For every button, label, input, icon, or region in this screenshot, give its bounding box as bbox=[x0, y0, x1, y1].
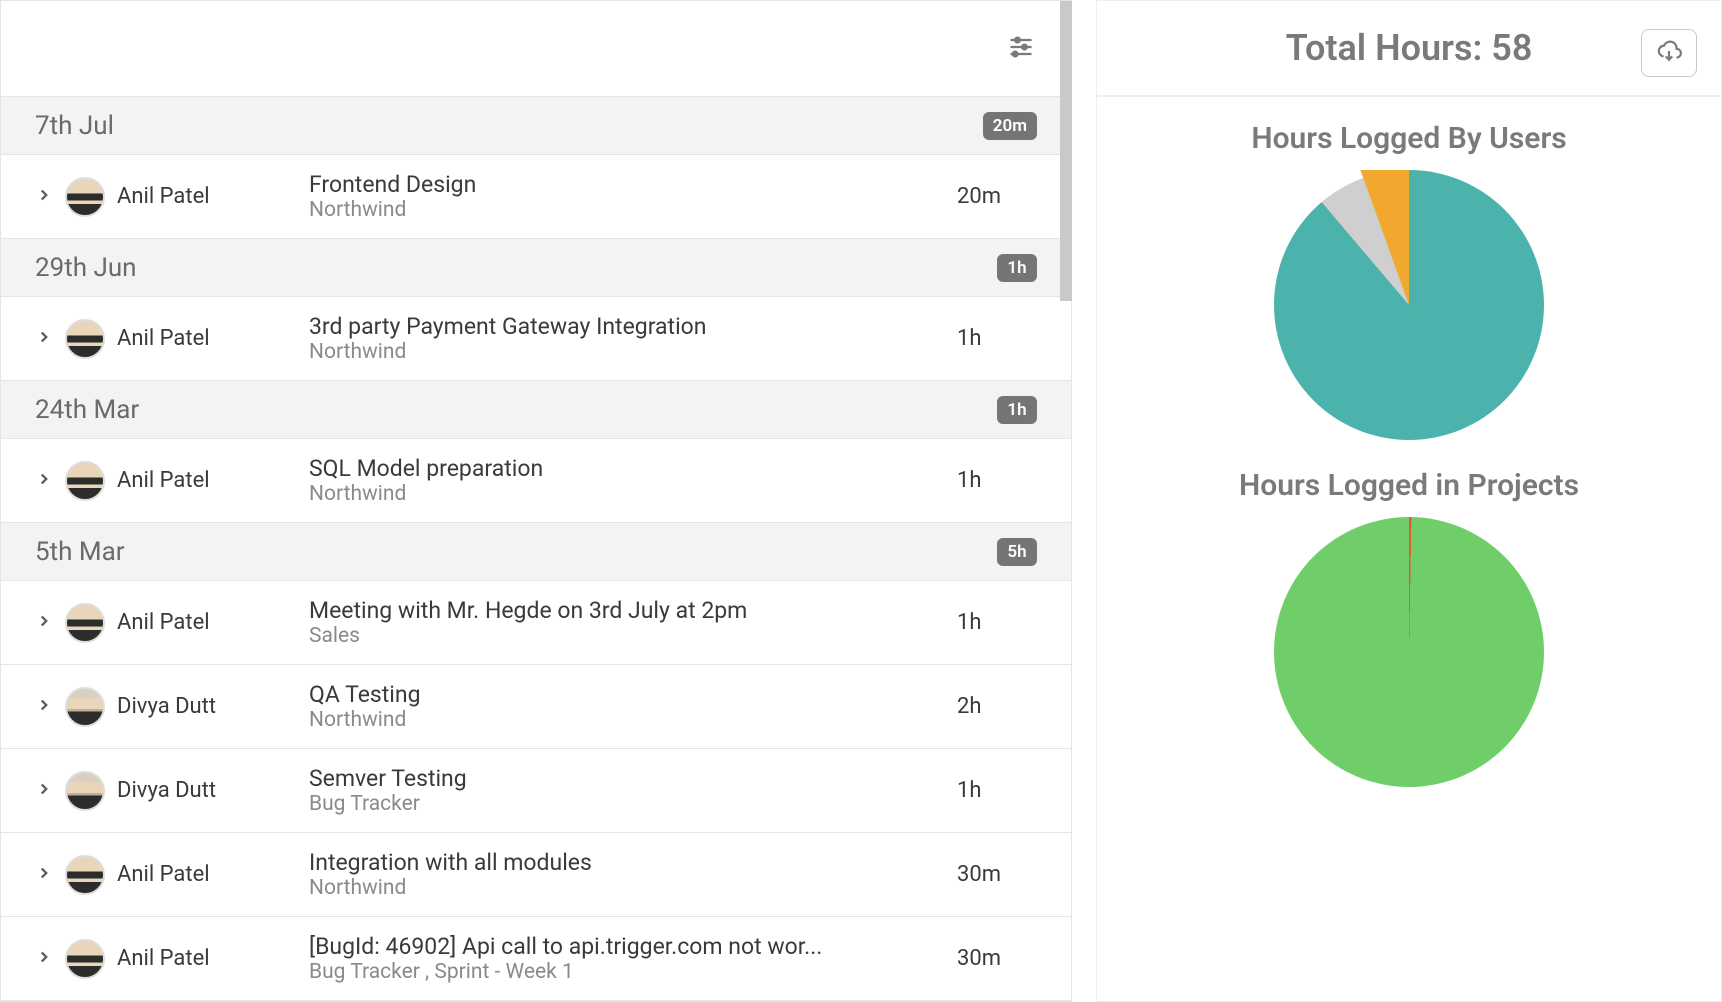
list-toolbar bbox=[1, 1, 1071, 97]
user-name: Anil Patel bbox=[117, 946, 297, 971]
chevron-right-icon[interactable] bbox=[35, 696, 53, 718]
task-project: Northwind bbox=[309, 708, 945, 732]
chevron-right-icon[interactable] bbox=[35, 470, 53, 492]
task-title: Integration with all modules bbox=[309, 849, 849, 876]
user-name: Divya Dutt bbox=[117, 694, 297, 719]
time-entry-row[interactable]: Anil Patel SQL Model preparationNorthwind… bbox=[1, 439, 1071, 523]
avatar bbox=[65, 603, 105, 643]
chart-users-section: Hours Logged By Users bbox=[1097, 97, 1721, 444]
chart-users-pie bbox=[1274, 170, 1544, 440]
entry-time: 2h bbox=[957, 694, 1037, 719]
avatar bbox=[65, 939, 105, 979]
task-block: Frontend DesignNorthwind bbox=[309, 171, 945, 222]
summary-header: Total Hours: 58 bbox=[1097, 1, 1721, 97]
chart-projects-pie bbox=[1274, 517, 1544, 787]
download-button[interactable] bbox=[1641, 29, 1697, 77]
task-block: Meeting with Mr. Hegde on 3rd July at 2p… bbox=[309, 597, 945, 648]
date-label: 24th Mar bbox=[35, 395, 139, 425]
avatar bbox=[65, 461, 105, 501]
date-group-header: 24th Mar 1h bbox=[1, 381, 1071, 439]
chevron-right-icon[interactable] bbox=[35, 864, 53, 886]
date-group-header: 5th Mar 5h bbox=[1, 523, 1071, 581]
task-project: Northwind bbox=[309, 482, 945, 506]
avatar bbox=[65, 319, 105, 359]
entry-time: 1h bbox=[957, 468, 1037, 493]
chart-projects-section: Hours Logged in Projects bbox=[1097, 444, 1721, 791]
entry-time: 30m bbox=[957, 946, 1037, 971]
avatar bbox=[65, 855, 105, 895]
task-title: Frontend Design bbox=[309, 171, 849, 198]
chevron-right-icon[interactable] bbox=[35, 186, 53, 208]
date-label: 7th Jul bbox=[35, 111, 114, 141]
task-title: SQL Model preparation bbox=[309, 455, 849, 482]
task-project: Northwind bbox=[309, 340, 945, 364]
filter-icon[interactable] bbox=[1007, 33, 1035, 65]
task-title: Semver Testing bbox=[309, 765, 849, 792]
time-entry-row[interactable]: Divya Dutt Semver TestingBug Tracker 1h bbox=[1, 749, 1071, 833]
user-name: Anil Patel bbox=[117, 610, 297, 635]
task-title: Meeting with Mr. Hegde on 3rd July at 2p… bbox=[309, 597, 849, 624]
chart-users-title: Hours Logged By Users bbox=[1097, 121, 1721, 156]
avatar bbox=[65, 177, 105, 217]
entry-time: 30m bbox=[957, 862, 1037, 887]
summary-pane: Total Hours: 58 Hours Logged By Users Ho… bbox=[1096, 0, 1722, 1002]
chevron-right-icon[interactable] bbox=[35, 612, 53, 634]
date-group-header: 29th Jun 1h bbox=[1, 239, 1071, 297]
task-project: Northwind bbox=[309, 876, 945, 900]
task-title: [BugId: 46902] Api call to api.trigger.c… bbox=[309, 933, 849, 960]
time-entry-row[interactable]: Anil Patel 3rd party Payment Gateway Inte… bbox=[1, 297, 1071, 381]
chart-projects-title: Hours Logged in Projects bbox=[1097, 468, 1721, 503]
time-entry-row[interactable]: Anil Patel Integration with all modulesNo… bbox=[1, 833, 1071, 917]
time-log-list: 7th Jul20mAnil PatelFrontend DesignNorth… bbox=[0, 0, 1072, 1002]
user-name: Anil Patel bbox=[117, 184, 297, 209]
group-total-badge: 1h bbox=[997, 254, 1037, 282]
time-entry-row[interactable]: Anil Patel Meeting with Mr. Hegde on 3rd … bbox=[1, 581, 1071, 665]
date-label: 29th Jun bbox=[35, 253, 137, 283]
task-block: Integration with all modulesNorthwind bbox=[309, 849, 945, 900]
entry-time: 1h bbox=[957, 778, 1037, 803]
user-name: Divya Dutt bbox=[117, 778, 297, 803]
task-project: Northwind bbox=[309, 198, 945, 222]
entry-time: 1h bbox=[957, 610, 1037, 635]
task-block: QA TestingNorthwind bbox=[309, 681, 945, 732]
group-total-badge: 1h bbox=[997, 396, 1037, 424]
task-project: Sales bbox=[309, 624, 945, 648]
scrollbar[interactable] bbox=[1060, 1, 1072, 301]
time-entry-row[interactable]: Anil Patel Frontend DesignNorthwind 20m bbox=[1, 155, 1071, 239]
task-project: Bug Tracker , Sprint - Week 1 bbox=[309, 960, 945, 984]
date-label: 5th Mar bbox=[35, 537, 125, 567]
chevron-right-icon[interactable] bbox=[35, 328, 53, 350]
user-name: Anil Patel bbox=[117, 862, 297, 887]
group-total-badge: 5h bbox=[997, 538, 1037, 566]
entry-time: 20m bbox=[957, 184, 1037, 209]
chevron-right-icon[interactable] bbox=[35, 780, 53, 802]
time-entry-row[interactable]: Divya Dutt QA TestingNorthwind 2h bbox=[1, 665, 1071, 749]
date-group-header: 7th Jul 20m bbox=[1, 97, 1071, 155]
group-total-badge: 20m bbox=[983, 112, 1037, 140]
total-hours-label: Total Hours: 58 bbox=[1286, 27, 1533, 69]
task-project: Bug Tracker bbox=[309, 792, 945, 816]
time-entry-row[interactable]: Anil Patel [BugId: 46902] Api call to api… bbox=[1, 917, 1071, 1001]
entry-time: 1h bbox=[957, 326, 1037, 351]
download-cloud-icon bbox=[1656, 38, 1682, 68]
user-name: Anil Patel bbox=[117, 326, 297, 351]
user-name: Anil Patel bbox=[117, 468, 297, 493]
chevron-right-icon[interactable] bbox=[35, 948, 53, 970]
task-title: 3rd party Payment Gateway Integration bbox=[309, 313, 849, 340]
avatar bbox=[65, 771, 105, 811]
task-block: Semver TestingBug Tracker bbox=[309, 765, 945, 816]
task-block: 3rd party Payment Gateway IntegrationNor… bbox=[309, 313, 945, 364]
avatar bbox=[65, 687, 105, 727]
task-block: SQL Model preparationNorthwind bbox=[309, 455, 945, 506]
task-block: [BugId: 46902] Api call to api.trigger.c… bbox=[309, 933, 945, 984]
task-title: QA Testing bbox=[309, 681, 849, 708]
